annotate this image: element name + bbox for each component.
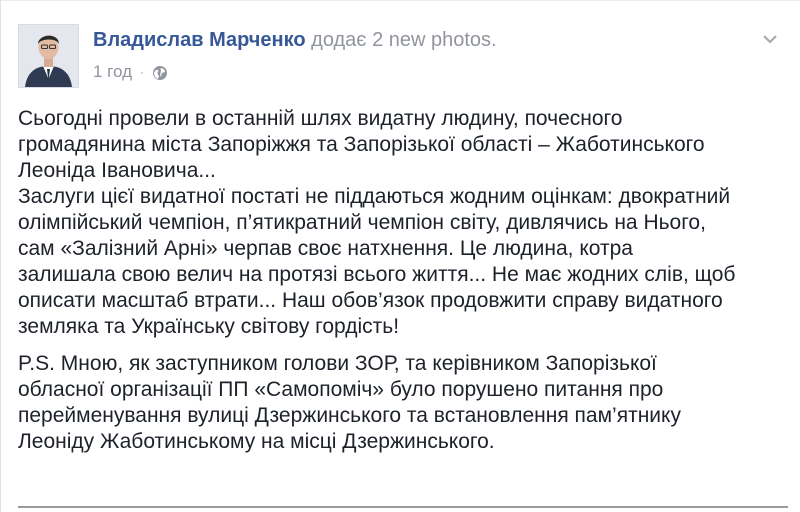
text-line: перейменування вулиці Дзержинського та в… [18,404,681,427]
facebook-post: Владислав Марченко додає 2 new photos. 1… [0,0,800,512]
text-line: Заслуги цієї видатної постаті не піддают… [18,185,731,208]
post-paragraph: P.S. Мною, як заступником голови ЗОР, та… [18,351,788,455]
text-line: олімпійський чемпіон, п’ятикратний чемпі… [18,211,706,234]
meta-separator: · [140,65,145,79]
text-line: P.S. Мною, як заступником голови ЗОР, та… [18,352,657,375]
post-meta: 1 год · [93,60,168,84]
globe-icon[interactable] [152,64,168,80]
avatar-photo [19,25,78,87]
text-line: Леоніда Івановича... [18,159,216,182]
post-header: Владислав Марченко додає 2 new photos. [93,26,497,54]
post-body: Сьогодні провели в останній шлях видатну… [18,106,788,455]
post-bottom-divider [18,506,788,512]
post-paragraph: Сьогодні провели в останній шлях видатну… [18,106,788,340]
text-line: описати масштаб втрати... Наш обов’язок … [18,289,723,312]
text-line: сам «Залізний Арні» черпав своє натхненн… [18,237,633,260]
text-line: Леоніду Жаботинському на місці Дзержинсь… [18,430,495,453]
text-line: обласної організації ПП «Самопоміч» було… [18,378,664,401]
author-name-link[interactable]: Владислав Марченко [93,29,306,51]
post-action-text: додає 2 new photos. [311,29,497,51]
post-top-border [1,0,800,7]
chevron-down-icon[interactable] [762,32,778,44]
text-line: громадянина міста Запоріжжя та Запорізьк… [18,133,705,156]
text-line: Сьогодні провели в останній шлях видатну… [18,107,623,130]
text-line: земляка та Українську світову гордість! [18,315,400,338]
text-line: залишала свою велич на протязі всього жи… [18,263,736,286]
post-timestamp[interactable]: 1 год [93,60,132,84]
avatar[interactable] [18,24,79,88]
